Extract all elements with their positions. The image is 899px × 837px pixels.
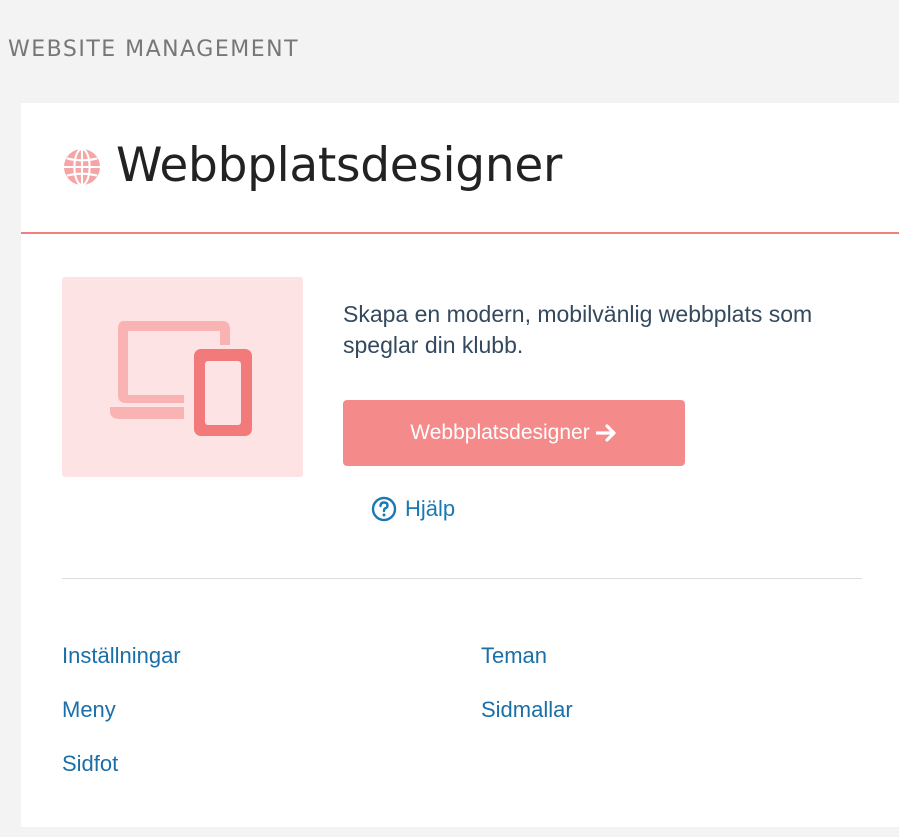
link-footer[interactable]: Sidfot [62,751,118,777]
card-header: Webbplatsdesigner [21,103,899,234]
website-designer-button[interactable]: Webbplatsdesigner [343,400,685,466]
link-menu[interactable]: Meny [62,697,116,723]
link-settings[interactable]: Inställningar [62,643,181,669]
promo-text: Skapa en modern, mobilvänlig webbplats s… [343,301,813,358]
devices-icon [110,321,252,436]
card-title: Webbplatsdesigner [116,138,562,193]
help-circle-icon [371,496,397,522]
link-page-templates[interactable]: Sidmallar [481,697,573,723]
help-link[interactable]: Hjälp [371,496,455,522]
settings-links: Inställningar Teman Meny Sidmallar Sidfo… [62,643,702,783]
website-designer-card: Webbplatsdesigner Skapa en modern, mobil… [21,103,899,827]
link-themes[interactable]: Teman [481,643,547,669]
website-designer-button-label: Webbplatsdesigner [410,421,590,444]
help-link-label: Hjälp [405,496,456,521]
divider [62,578,862,579]
devices-illustration [62,277,303,477]
globe-icon [63,148,101,186]
section-title: WEBSITE MANAGEMENT [8,37,300,62]
arrow-right-icon [595,424,616,442]
